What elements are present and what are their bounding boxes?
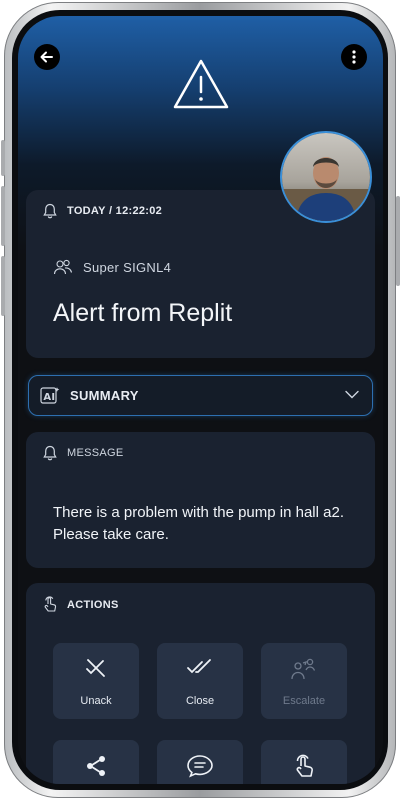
arrow-left-icon [40,51,53,63]
touch-icon [44,596,57,612]
phone-power-button [396,196,400,286]
team-row: Super SIGNL4 [53,258,171,276]
alert-title: Alert from Replit [53,299,233,327]
avatar[interactable] [280,131,372,223]
comment-icon [187,755,213,778]
message-text: There is a problem with the pump in hall… [53,504,344,543]
bell-icon [43,203,57,219]
actions-label: ACTIONS [67,598,119,611]
bell-icon [43,445,57,461]
summary-toggle[interactable]: AI SUMMARY [28,375,373,416]
ai-summary-icon: AI [40,387,60,404]
share-button[interactable] [53,740,139,784]
more-vertical-icon [352,50,356,64]
share-icon [87,756,105,776]
message-card: MESSAGE There is a problem with the pump… [26,432,375,568]
team-name: Super SIGNL4 [83,259,172,275]
actions-header: ACTIONS [43,596,119,613]
summary-header: AI SUMMARY [40,386,139,405]
escalate-icon [291,658,316,680]
phone-volume-down [1,256,5,316]
escalate-button[interactable]: Escalate [261,643,347,719]
team-icon [53,259,73,275]
unack-icon [86,659,105,677]
alert-timestamp-row: TODAY / 12:22:02 [43,203,162,219]
touch-icon [296,754,313,777]
comment-button[interactable] [157,740,243,784]
close-button[interactable]: Close [157,643,243,719]
svg-text:AI: AI [43,392,55,403]
double-check-icon [187,659,211,674]
escalate-label: Escalate [282,695,326,707]
close-label: Close [185,695,215,707]
warning-icon [173,59,229,109]
alert-timestamp: TODAY / 12:22:02 [67,205,163,217]
unack-button[interactable]: Unack [53,643,139,719]
phone-volume-up [1,186,5,246]
message-label: MESSAGE [67,447,124,459]
chevron-down-icon [345,390,359,399]
avatar-photo [282,133,370,221]
unack-label: Unack [80,695,112,707]
phone-side-button [1,140,5,176]
message-header: MESSAGE [43,445,124,461]
summary-label: SUMMARY [70,388,139,403]
back-button[interactable] [34,44,60,70]
app-screen: TODAY / 12:22:02 Super SIGNL4 Alert from… [18,16,383,784]
more-menu-button[interactable] [341,44,367,70]
actions-card: ACTIONS Unack Close Escalate [26,583,375,784]
touch-action-button[interactable] [261,740,347,784]
